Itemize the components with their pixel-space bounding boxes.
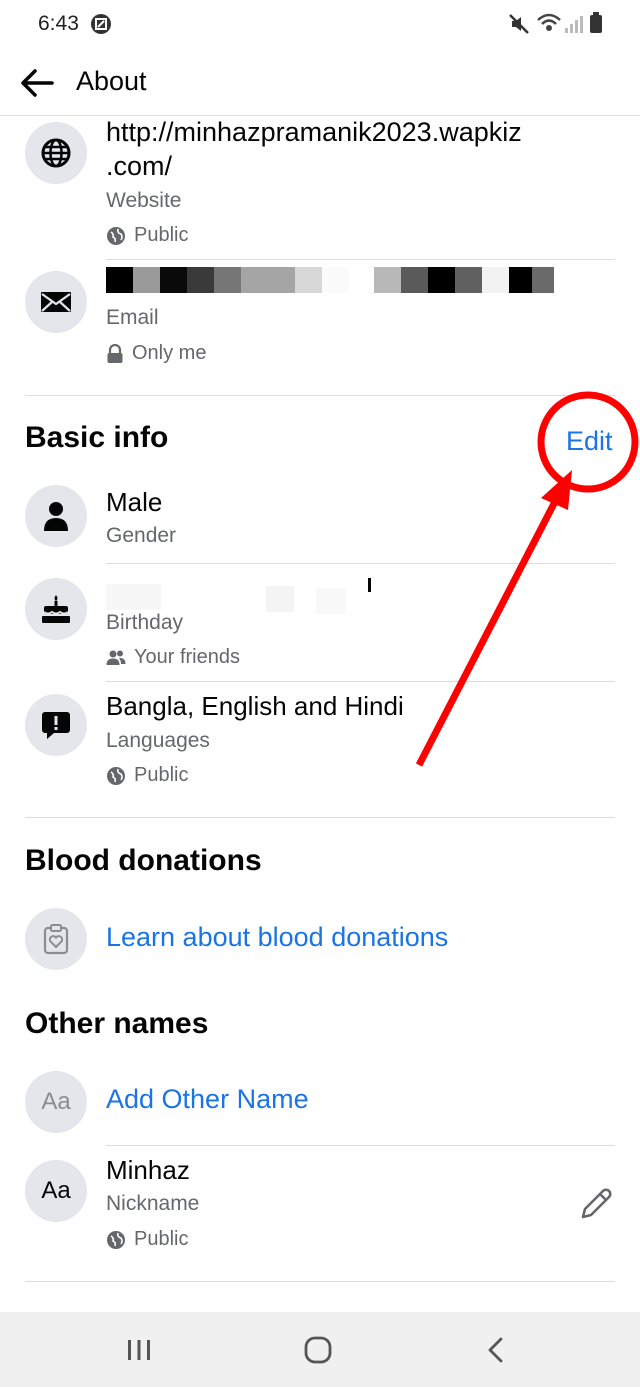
public-globe-icon: [107, 226, 125, 245]
nickname-privacy-label: Public: [134, 1228, 189, 1250]
email-privacy: Only me: [106, 342, 206, 365]
nickname-label: Nickname: [106, 1192, 200, 1215]
text-aa-icon: Aa: [41, 1088, 71, 1115]
status-time: 6:43: [38, 12, 79, 35]
learn-blood-donations-link[interactable]: Learn about blood donations: [106, 922, 448, 953]
languages-privacy: Public: [106, 764, 188, 787]
home-icon[interactable]: [304, 1336, 332, 1364]
section-divider: [25, 817, 615, 818]
edit-basic-info-button[interactable]: Edit: [566, 426, 613, 457]
website-privacy: Public: [106, 224, 188, 247]
about-content: http://minhazpramanik2023.wapkiz .com/ W…: [0, 116, 640, 1312]
clipboard-heart-icon: [43, 924, 69, 955]
add-name-icon-circle: Aa: [25, 1071, 87, 1133]
status-bar: 6:43: [0, 0, 640, 52]
birthday-privacy: Your friends: [106, 646, 240, 669]
email-icon-circle: [25, 271, 87, 333]
birthday-redacted: [106, 574, 376, 614]
public-globe-icon: [107, 766, 125, 785]
lock-icon: [107, 343, 123, 363]
divider: [106, 681, 615, 682]
other-names-heading: Other names: [25, 1007, 209, 1040]
email-privacy-label: Only me: [132, 342, 207, 364]
battery-icon: [590, 12, 602, 33]
website-label: Website: [106, 189, 182, 212]
nickname-privacy: Public: [106, 1228, 188, 1251]
email-redacted: [106, 267, 556, 293]
person-icon: [44, 502, 68, 531]
friends-icon: [106, 650, 126, 665]
languages-icon-circle: [25, 694, 87, 756]
website-url-line1[interactable]: http://minhazpramanik2023.wapkiz: [106, 116, 522, 148]
gender-icon-circle: [25, 485, 87, 547]
recent-apps-icon[interactable]: [126, 1339, 152, 1361]
add-other-name-link[interactable]: Add Other Name: [106, 1084, 309, 1115]
signal-icon: [565, 16, 583, 33]
blood-donation-icon-circle: [25, 908, 87, 970]
website-url-line2[interactable]: .com/: [106, 150, 172, 182]
page-title: About: [76, 66, 147, 96]
speech-bubble-alert-icon: [42, 712, 70, 739]
section-divider: [25, 1281, 615, 1282]
section-divider: [25, 395, 615, 396]
languages-label: Languages: [106, 729, 210, 752]
birthday-label: Birthday: [106, 611, 184, 634]
mute-icon: [509, 14, 529, 34]
divider: [106, 259, 615, 260]
blood-donations-heading: Blood donations: [25, 844, 262, 877]
nickname-value: Minhaz: [106, 1155, 190, 1185]
birthday-icon-circle: [25, 578, 87, 640]
envelope-icon: [41, 292, 71, 312]
divider: [106, 1145, 615, 1146]
gender-value: Male: [106, 487, 163, 517]
gender-label: Gender: [106, 524, 177, 547]
wifi-icon: [537, 13, 561, 31]
website-icon-circle: [25, 122, 87, 184]
app-bar: About: [0, 52, 640, 116]
website-privacy-label: Public: [134, 224, 189, 246]
back-arrow-icon[interactable]: [20, 68, 54, 98]
public-globe-icon: [107, 1230, 125, 1249]
basic-info-heading: Basic info: [25, 421, 169, 454]
globe-icon: [41, 138, 71, 168]
birthday-cake-icon: [42, 595, 70, 623]
back-nav-icon[interactable]: [486, 1337, 506, 1363]
languages-privacy-label: Public: [134, 764, 189, 786]
birthday-privacy-label: Your friends: [134, 646, 240, 668]
nickname-icon-circle: Aa: [25, 1160, 87, 1222]
text-aa-icon: Aa: [41, 1177, 71, 1204]
system-nav-bar: [0, 1312, 640, 1387]
divider: [106, 563, 615, 564]
screenshot-notification-icon: [91, 14, 111, 34]
pencil-edit-icon[interactable]: [578, 1186, 614, 1222]
email-label: Email: [106, 306, 159, 329]
languages-value: Bangla, English and Hindi: [106, 691, 404, 721]
